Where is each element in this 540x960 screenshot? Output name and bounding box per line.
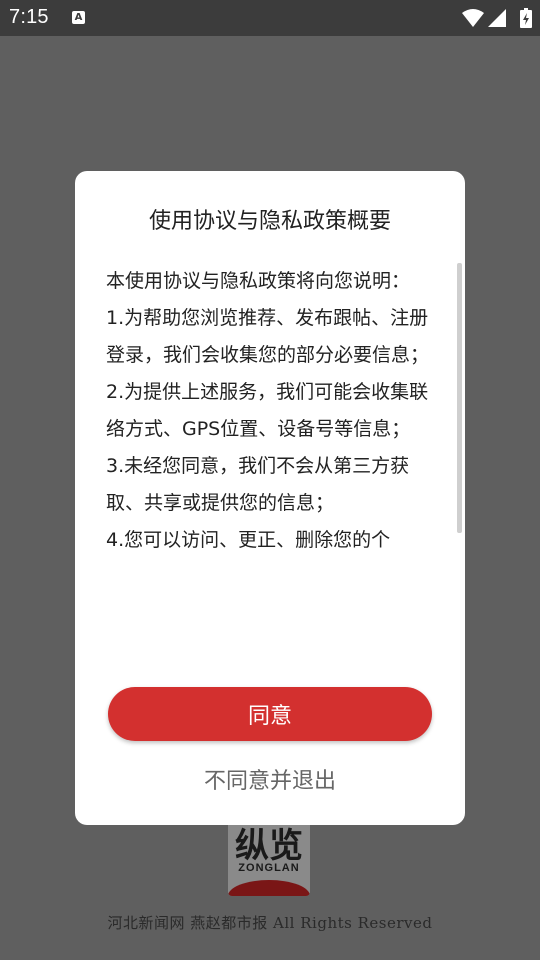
dialog-body[interactable]: 本使用协议与隐私政策将向您说明： 1.为帮助您浏览推荐、发布跟帖、注册登录，我们… xyxy=(106,263,435,651)
body-paragraph: 2.为提供上述服务，我们可能会收集联络方式、GPS位置、设备号等信息； xyxy=(106,381,429,440)
privacy-dialog: 使用协议与隐私政策概要 本使用协议与隐私政策将向您说明： 1.为帮助您浏览推荐、… xyxy=(75,171,465,825)
signal-icon xyxy=(488,9,506,27)
body-paragraph: 3.未经您同意，我们不会从第三方获取、共享或提供您的信息； xyxy=(106,455,410,514)
scrollbar[interactable] xyxy=(457,263,463,533)
logo-band xyxy=(228,880,310,896)
copyright-footer: 河北新闻网 燕赵都市报 All Rights Reserved xyxy=(107,914,433,932)
logo-main-text: 纵览 xyxy=(235,826,303,866)
status-bar: 7:15 A xyxy=(0,0,540,36)
status-time: 7:15 xyxy=(9,6,49,28)
body-paragraph: 4.您可以访问、更正、删除您的个 xyxy=(106,529,391,551)
app-notification-icon: A xyxy=(72,11,85,24)
wifi-icon xyxy=(462,9,484,27)
dialog-title: 使用协议与隐私政策概要 xyxy=(148,209,391,234)
scrollbar-thumb[interactable] xyxy=(457,263,462,533)
body-paragraph: 本使用协议与隐私政策将向您说明： xyxy=(106,270,411,292)
agree-button[interactable]: 同意 xyxy=(108,687,432,741)
logo-sub-text: ZONGLAN xyxy=(238,862,300,874)
battery-icon xyxy=(520,8,532,28)
body-paragraph: 1.为帮助您浏览推荐、发布跟帖、注册登录，我们会收集您的部分必要信息； xyxy=(106,307,430,366)
disagree-exit-button[interactable]: 不同意并退出 xyxy=(108,757,432,801)
